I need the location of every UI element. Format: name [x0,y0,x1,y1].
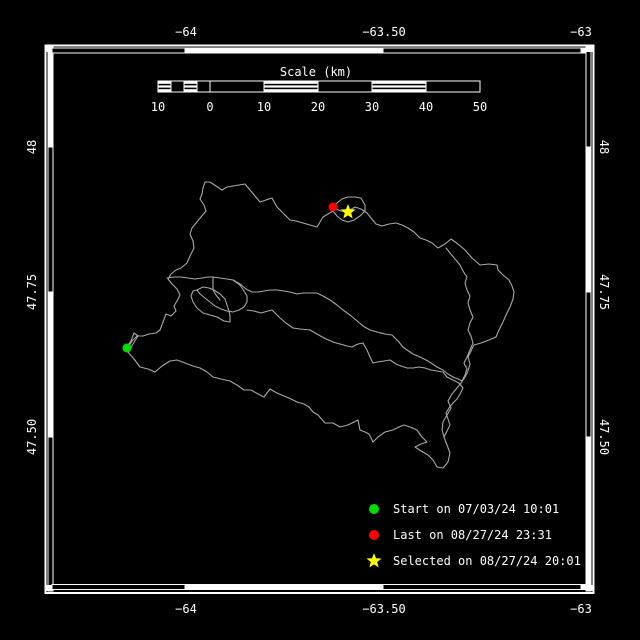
y-axis-tick-label-right: 47.75 [597,273,611,311]
y-axis-tick-label-left: 47.50 [25,418,39,456]
scalebar-cell [425,80,481,93]
scalebar-stripe [264,87,318,90]
x-axis-tick-label-bottom: −64 [175,602,197,616]
scalebar-title: Scale (km) [279,65,353,79]
scalebar-cell [170,80,185,93]
legend-label-0: Start on 07/03/24 10:01 [393,502,560,516]
frame-band-segment [47,45,54,148]
scalebar-stripe [158,87,171,90]
track-plot: Scale (km) −64 −63.50 −63 −64 −63.50 −63 48 47.… [0,0,640,640]
map-canvas[interactable] [0,0,640,640]
start-marker[interactable] [122,343,132,353]
scalebar-cell [183,80,198,93]
scalebar-cell [209,80,265,93]
scalebar-tick-label: 20 [310,100,326,114]
scalebar-tick-label: 10 [256,100,272,114]
scalebar-cell [263,80,319,93]
track-path[interactable] [166,247,474,382]
legend-label-2: Selected on 08/27/24 20:01 [393,554,581,568]
scalebar-stripe [184,83,197,86]
x-axis-tick-label-bottom: −63.50 [362,602,406,616]
scalebar-stripe [158,83,171,86]
scalebar-cell [317,80,373,93]
legend-marker-0[interactable] [369,504,379,514]
frame-band-segment [580,584,587,590]
frame-corner [46,46,53,52]
frame-band-segment [580,47,587,54]
y-axis-tick-label-left: 48 [25,139,39,155]
track-path[interactable] [212,276,221,301]
y-axis-tick-label-left: 47.75 [25,273,39,311]
y-axis-tick-label-right: 47.50 [597,418,611,456]
frame-band-segment [585,291,592,438]
x-axis-tick-label-top: −63 [570,25,592,39]
scalebar-tick-label: 10 [150,100,166,114]
scalebar-cell [371,80,427,93]
x-axis-tick-label-top: −63.50 [362,25,406,39]
scalebar-cell [157,80,172,93]
frame-corner [46,585,53,591]
frame-band-segment [47,436,54,592]
scalebar-cell [196,80,211,93]
legend-marker-2[interactable] [366,553,382,568]
track-path[interactable] [246,309,464,438]
frame-corner [586,585,593,591]
scalebar-stripe [372,83,426,86]
scalebar-tick-label: 40 [418,100,434,114]
scalebar-stripe [372,87,426,90]
frame-band-segment [382,584,582,590]
scalebar-tick-label: 30 [364,100,380,114]
scalebar-stripe [184,87,197,90]
scalebar-stripe [264,83,318,86]
frame-band-segment [184,584,384,590]
frame-band-segment [47,291,54,438]
x-axis-tick-label-top: −64 [175,25,197,39]
legend-marker-1[interactable] [369,530,379,540]
legend-label-1: Last on 08/27/24 23:31 [393,528,552,542]
frame-band-segment [47,146,54,293]
frame-band-segment [51,584,186,590]
x-axis-tick-label-bottom: −63 [570,602,592,616]
frame-band-segment [585,45,592,148]
frame-band-segment [585,146,592,293]
frame-band-segment [585,436,592,592]
last-marker[interactable] [328,202,338,212]
selected-marker[interactable] [340,204,356,219]
scalebar-tick-label: 0 [206,100,214,114]
frame-band-segment [382,47,582,54]
track-path[interactable] [190,286,231,323]
frame-band-segment [184,47,384,54]
y-axis-tick-label-right: 48 [597,139,611,155]
track-path[interactable] [125,206,515,469]
frame-corner [586,46,593,52]
scalebar-tick-label: 50 [472,100,488,114]
frame-band-segment [51,47,186,54]
